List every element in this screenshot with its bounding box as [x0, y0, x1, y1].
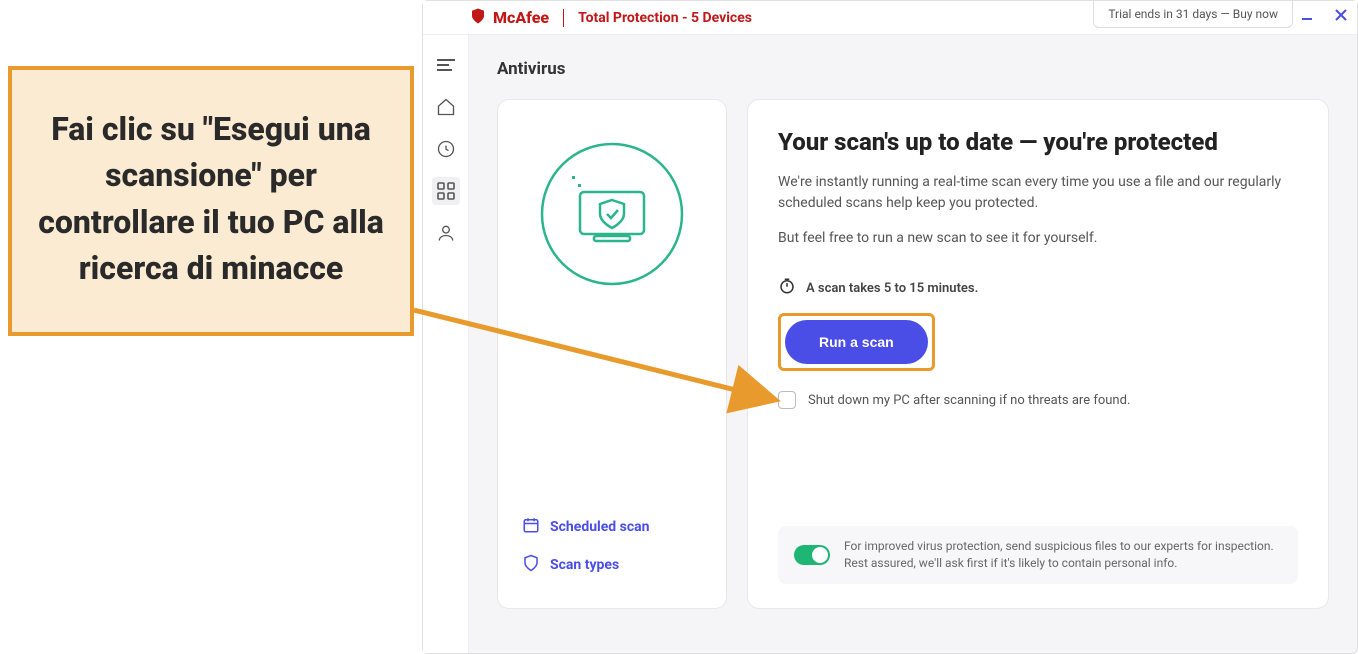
run-scan-highlight: Run a scan — [778, 313, 935, 371]
scan-illustration — [522, 134, 702, 294]
brand: McAfee Total Protection - 5 Devices — [469, 7, 752, 29]
home-icon[interactable] — [432, 93, 460, 121]
product-name: Total Protection - 5 Devices — [578, 10, 752, 26]
run-scan-button[interactable]: Run a scan — [785, 320, 928, 364]
shield-icon — [522, 554, 540, 576]
scan-status-card: Scheduled scan Scan types — [497, 99, 727, 609]
sidebar — [423, 35, 469, 653]
shutdown-option-row: Shut down my PC after scanning if no thr… — [778, 391, 1298, 409]
brand-separator — [563, 9, 564, 27]
trial-notice[interactable]: Trial ends in 31 days — Buy now — [1093, 1, 1293, 28]
scan-paragraph-1: We're instantly running a real-time scan… — [778, 172, 1298, 214]
file-submit-toggle[interactable] — [794, 545, 830, 565]
close-button[interactable] — [1333, 7, 1349, 23]
scan-types-link[interactable]: Scan types — [522, 546, 702, 584]
scheduled-scan-link[interactable]: Scheduled scan — [522, 508, 702, 546]
scan-duration-row: A scan takes 5 to 15 minutes. — [778, 277, 1298, 299]
scan-paragraph-2: But feel free to run a new scan to see i… — [778, 228, 1298, 249]
page-title: Antivirus — [497, 59, 1329, 79]
timer-icon — [778, 277, 796, 299]
scheduled-scan-label: Scheduled scan — [550, 519, 650, 535]
mcafee-shield-icon — [469, 7, 487, 29]
scan-heading: Your scan's up to date — you're protecte… — [778, 128, 1298, 156]
scan-types-label: Scan types — [550, 557, 619, 573]
minimize-button[interactable] — [1299, 7, 1315, 23]
titlebar: McAfee Total Protection - 5 Devices Tria… — [423, 1, 1357, 35]
shutdown-checkbox[interactable] — [778, 391, 796, 409]
app-window: McAfee Total Protection - 5 Devices Tria… — [422, 0, 1358, 654]
apps-icon[interactable] — [432, 177, 460, 205]
annotation-text: Fai clic su "Esegui una scansione" per c… — [32, 106, 390, 292]
cards-row: Scheduled scan Scan types Your scan's up… — [497, 99, 1329, 609]
brand-name: McAfee — [493, 8, 549, 27]
left-card-links: Scheduled scan Scan types — [522, 488, 702, 584]
scan-main-card: Your scan's up to date — you're protecte… — [747, 99, 1329, 609]
content-area: Antivirus — [469, 35, 1357, 653]
scan-duration-text: A scan takes 5 to 15 minutes. — [806, 281, 978, 296]
menu-icon[interactable] — [432, 51, 460, 79]
window-controls — [1299, 7, 1349, 23]
account-icon[interactable] — [432, 219, 460, 247]
protection-icon[interactable] — [432, 135, 460, 163]
file-submit-strip: For improved virus protection, send susp… — [778, 526, 1298, 584]
file-submit-text: For improved virus protection, send susp… — [844, 538, 1282, 572]
shutdown-label: Shut down my PC after scanning if no thr… — [808, 393, 1130, 408]
calendar-icon — [522, 516, 540, 538]
annotation-callout: Fai clic su "Esegui una scansione" per c… — [8, 66, 414, 336]
